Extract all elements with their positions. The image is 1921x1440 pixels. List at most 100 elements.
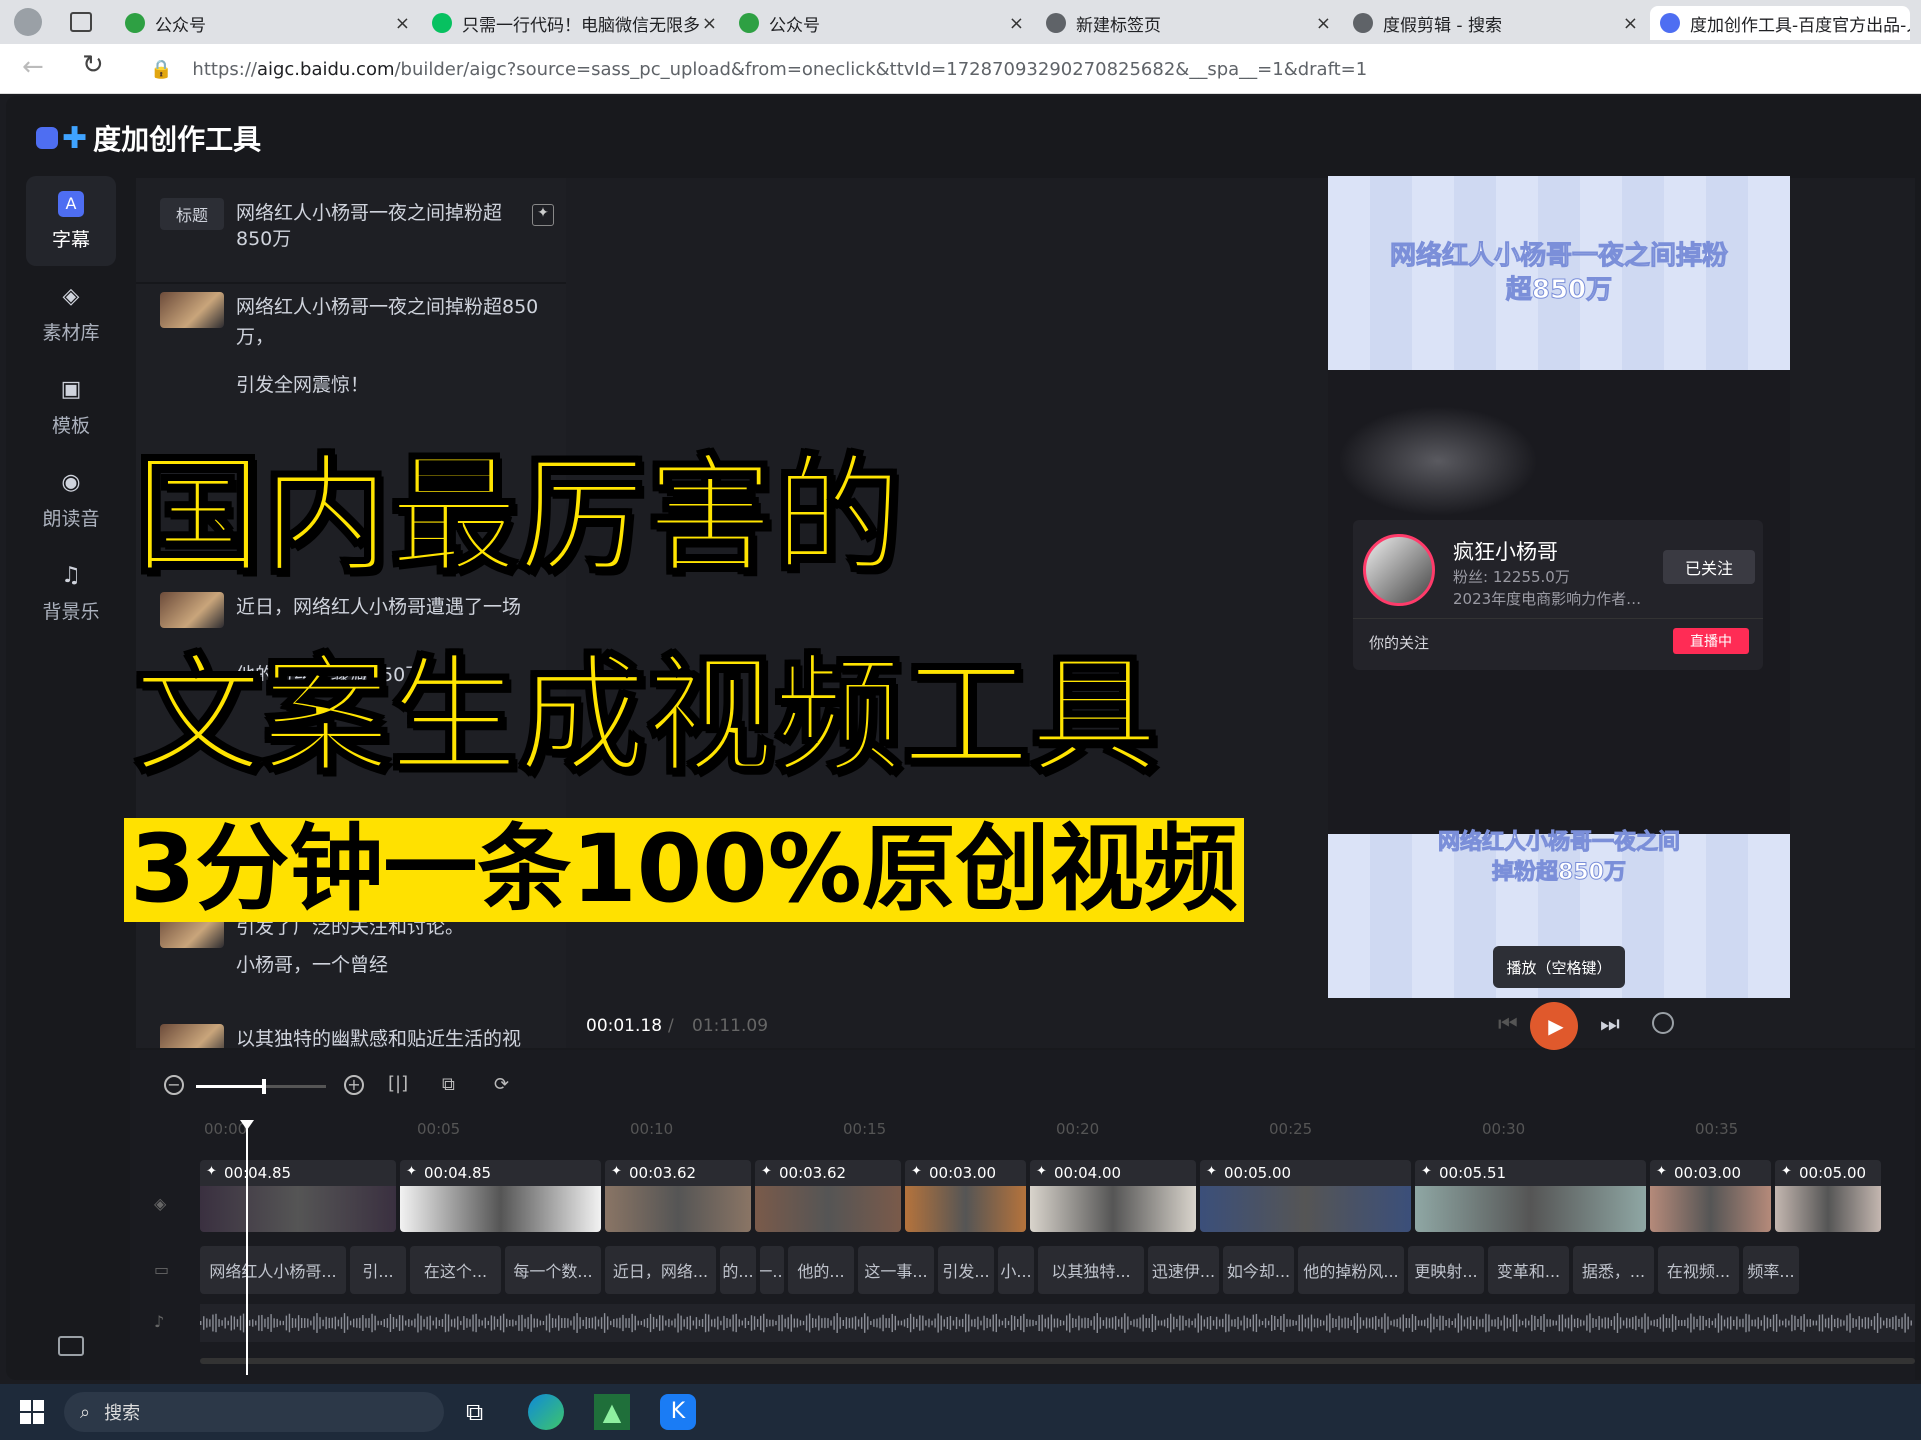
logo-plus-icon: ✚ bbox=[62, 120, 88, 156]
sidebar-item-label: 字幕 bbox=[51, 228, 90, 251]
video-clip[interactable]: 00:03.00 ✦ bbox=[1650, 1160, 1771, 1232]
edge-icon[interactable] bbox=[528, 1394, 564, 1430]
subtitle-clip[interactable]: 在这个... bbox=[410, 1246, 501, 1294]
zoom-slider[interactable] bbox=[196, 1079, 326, 1094]
windows-start-icon[interactable] bbox=[20, 1400, 44, 1424]
browser-tab[interactable]: 新建标签页 × bbox=[1036, 6, 1339, 40]
prev-frame-icon[interactable]: ⏮ bbox=[1498, 1012, 1518, 1037]
video-clip[interactable]: 00:04.85 ✦ bbox=[400, 1160, 601, 1232]
replace-icon[interactable]: ⟳ bbox=[494, 1074, 509, 1095]
taskbar-search-label: 搜索 bbox=[104, 1403, 141, 1424]
taskbar-search[interactable]: ⌕ 搜索 bbox=[64, 1392, 444, 1432]
tab-close-icon[interactable]: × bbox=[1009, 13, 1024, 34]
browser-tab[interactable]: 只需一行代码！电脑微信无限多 × bbox=[422, 6, 725, 40]
subtitle-clip[interactable]: 引发... bbox=[938, 1246, 994, 1294]
sidebar-item[interactable]: ◉ 朗读音 bbox=[26, 455, 116, 545]
tab-close-icon[interactable]: × bbox=[1623, 13, 1638, 34]
video-clip[interactable]: 00:03.00 ✦ bbox=[905, 1160, 1026, 1232]
subtitle-clip[interactable]: 小... bbox=[998, 1246, 1034, 1294]
clip-thumbnail bbox=[1650, 1186, 1771, 1232]
subtitle-clip[interactable]: 网络红人小杨哥... bbox=[200, 1246, 346, 1294]
ai-sparkle-icon[interactable]: ✦ bbox=[532, 204, 554, 226]
subtitle-clip[interactable]: 迅速伊... bbox=[1148, 1246, 1219, 1294]
follow-button[interactable]: 已关注 bbox=[1663, 550, 1755, 584]
time-separator: / bbox=[668, 1016, 674, 1036]
subtitle-clip[interactable]: 变革和... bbox=[1488, 1246, 1569, 1294]
timeline-scrollbar[interactable] bbox=[200, 1358, 1915, 1364]
subtitle-clip[interactable]: 据悉，... bbox=[1573, 1246, 1654, 1294]
subtitle-clip[interactable]: 他的掉粉风... bbox=[1298, 1246, 1404, 1294]
task-view-icon[interactable]: ⧉ bbox=[466, 1398, 483, 1426]
subtitle-clip[interactable]: 如今却... bbox=[1223, 1246, 1294, 1294]
profile-fans: 粉丝: 12255.0万 bbox=[1453, 568, 1570, 586]
url-field[interactable]: 🔒 https:// aigc.baidu.com /builder/aigc?… bbox=[150, 52, 1910, 86]
subtitle-clip[interactable]: 一... bbox=[760, 1246, 784, 1294]
script-thumbnail bbox=[160, 1024, 224, 1048]
tab-favicon-icon bbox=[739, 13, 759, 33]
script-line: 万， bbox=[236, 326, 275, 348]
video-track: 00:04.85 ✦ 00:04.85 ✦ 00:03.62 ✦ 00:03.62 ✦ 00:0… bbox=[200, 1160, 1915, 1232]
video-clip[interactable]: 00:05.00 ✦ bbox=[1200, 1160, 1411, 1232]
live-badge: 直播中 bbox=[1673, 628, 1749, 654]
sidebar-item[interactable]: ▣ 模板 bbox=[26, 362, 116, 452]
playhead[interactable] bbox=[240, 1120, 254, 1375]
tab-close-icon[interactable]: × bbox=[1316, 13, 1331, 34]
tab-close-icon[interactable]: × bbox=[395, 13, 410, 34]
reload-icon[interactable]: ↻ bbox=[82, 50, 104, 80]
zoom-slider-fill bbox=[196, 1085, 264, 1088]
video-clip[interactable]: 00:05.51 ✦ bbox=[1415, 1160, 1646, 1232]
app-icon-blue[interactable]: K bbox=[660, 1394, 696, 1430]
back-icon[interactable]: ← bbox=[22, 52, 44, 82]
sidebar-item[interactable]: ♫ 背景乐 bbox=[26, 548, 116, 638]
split-icon[interactable]: [|] bbox=[388, 1073, 408, 1094]
sidebar-item[interactable]: ◈ 素材库 bbox=[26, 269, 116, 359]
video-clip[interactable]: 00:03.62 ✦ bbox=[755, 1160, 901, 1232]
playhead-handle[interactable] bbox=[240, 1120, 254, 1130]
speed-icon[interactable] bbox=[1652, 1012, 1674, 1034]
browser-tab[interactable]: 度假剪辑 - 搜索 × bbox=[1343, 6, 1646, 40]
subtitle-clip[interactable]: 这一事... bbox=[858, 1246, 934, 1294]
play-button[interactable]: ▶ bbox=[1530, 1002, 1578, 1050]
tab-actions-icon[interactable] bbox=[70, 12, 92, 32]
timeline-ruler: 00:00 00:05 00:10 00:15 00:20 00:25 00:30 00:35 bbox=[130, 1120, 1915, 1150]
subtitle-clip[interactable]: 的... bbox=[720, 1246, 756, 1294]
subtitle-clip[interactable]: 引... bbox=[350, 1246, 406, 1294]
video-clip[interactable]: 00:03.62 ✦ bbox=[605, 1160, 751, 1232]
next-frame-icon[interactable]: ⏭ bbox=[1600, 1012, 1620, 1037]
title-text[interactable]: 网络红人小杨哥一夜之间掉粉超850万 bbox=[236, 200, 526, 252]
zoom-out-icon[interactable]: − bbox=[164, 1075, 184, 1095]
zoom-slider-handle[interactable] bbox=[262, 1079, 266, 1094]
clip-thumbnail bbox=[200, 1186, 396, 1232]
subtitle-clip[interactable]: 在视频... bbox=[1658, 1246, 1739, 1294]
subtitle-clip[interactable]: 以其独特... bbox=[1038, 1246, 1144, 1294]
audio-track[interactable] bbox=[200, 1304, 1915, 1342]
sidebar-item[interactable]: A 字幕 bbox=[26, 176, 116, 266]
clip-thumbnail bbox=[905, 1186, 1026, 1232]
browser-tab[interactable]: 公众号 × bbox=[729, 6, 1032, 40]
video-clip[interactable]: 00:04.85 ✦ bbox=[200, 1160, 396, 1232]
video-track-icon: ◈ bbox=[154, 1194, 167, 1213]
crop-icon[interactable]: ⧉ bbox=[442, 1074, 455, 1095]
profile-card: 疯狂小杨哥 粉丝: 12255.0万 2023年度电商影响力作者… 已关注 你的… bbox=[1353, 520, 1763, 670]
video-clip[interactable]: 00:04.00 ✦ bbox=[1030, 1160, 1196, 1232]
blurred-area bbox=[1338, 406, 1538, 516]
clip-thumbnail bbox=[605, 1186, 751, 1232]
video-clip[interactable]: 00:05.00 ✦ bbox=[1775, 1160, 1881, 1232]
subtitle-clip[interactable]: 每一个数... bbox=[505, 1246, 601, 1294]
tab-label: 公众号 bbox=[769, 15, 820, 36]
tab-close-icon[interactable]: × bbox=[702, 13, 717, 34]
subtitle-clip[interactable]: 更映射... bbox=[1408, 1246, 1484, 1294]
subtitle-clip[interactable]: 近日，网络... bbox=[605, 1246, 716, 1294]
browser-tab[interactable]: 公众号 × bbox=[115, 6, 418, 40]
profile-icon[interactable] bbox=[14, 8, 42, 36]
captions-toggle-icon[interactable] bbox=[58, 1336, 84, 1356]
subtitle-clip[interactable]: 他的... bbox=[788, 1246, 854, 1294]
layers-icon: ◈ bbox=[62, 284, 80, 309]
app-icon-green[interactable]: ▲ bbox=[594, 1394, 630, 1430]
browser-tab[interactable]: 度加创作工具-百度官方出品-人 bbox=[1650, 6, 1910, 40]
music-icon: ♫ bbox=[61, 563, 81, 588]
overlay-headline-1: 国内最厉害的 bbox=[133, 441, 903, 592]
subtitle-clip[interactable]: 频率... bbox=[1743, 1246, 1799, 1294]
zoom-in-icon[interactable]: + bbox=[344, 1075, 364, 1095]
clip-ai-icon: ✦ bbox=[761, 1164, 772, 1179]
